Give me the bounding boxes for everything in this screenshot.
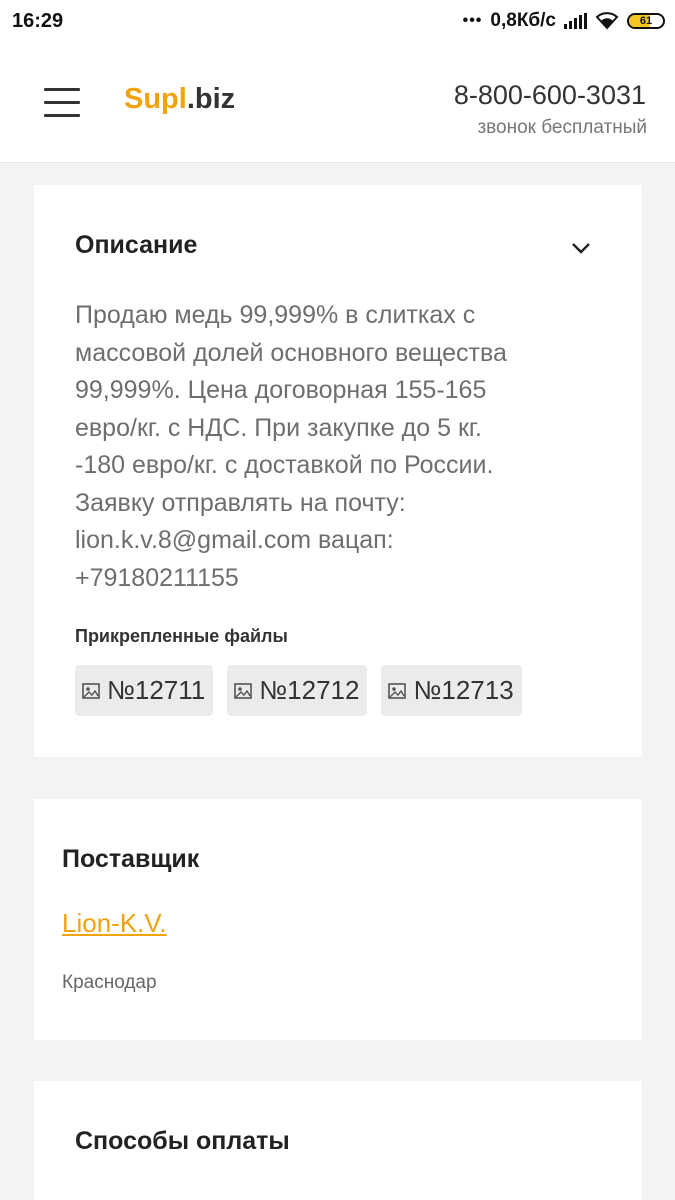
image-icon: [234, 682, 253, 699]
file-chip-label: №12711: [107, 675, 206, 705]
description-line: евро/кг. с НДС. При закупке до 5 кг.: [75, 413, 482, 442]
description-line: Продаю медь 99,999% в слитках с: [75, 301, 476, 329]
description-title: Описание: [75, 231, 198, 259]
status-bar: 16:29 ••• 0,8Кб/с 61: [0, 0, 675, 44]
phone-note: звонок бесплатный: [477, 117, 647, 138]
description-line: +79180211155: [75, 563, 239, 592]
menu-icon[interactable]: [44, 86, 80, 118]
wifi-icon: [595, 12, 619, 30]
battery-level: 61: [639, 15, 653, 27]
site-header: Supl.biz 8-800-600-3031 звонок бесплатны…: [0, 44, 675, 163]
signal-icon: [564, 13, 587, 29]
phone-number[interactable]: 8-800-600-3031: [454, 80, 646, 111]
battery-icon: 61: [627, 13, 665, 29]
payment-methods-card: Способы оплаты: [34, 1081, 642, 1200]
payment-methods-title: Способы оплаты: [75, 1127, 290, 1155]
description-line: lion.k.v.8@gmail.com вацап:: [75, 526, 394, 554]
description-card: Описание Продаю медь 99,999% в слитках с…: [34, 185, 642, 757]
description-text: Продаю медь 99,999% в слитках с массовой…: [75, 297, 575, 597]
image-icon: [388, 682, 407, 699]
image-icon: [82, 682, 100, 699]
file-chip-label: №12713: [413, 675, 514, 705]
supplier-name-link[interactable]: Lion-K.V.: [62, 908, 167, 939]
file-chip-12712[interactable]: №12712: [227, 665, 368, 716]
status-indicators: ••• 0,8Кб/с 61: [463, 10, 665, 32]
attached-files-list: №12711 №12712 №12713: [75, 665, 522, 716]
supplier-city: Краснодар: [62, 972, 157, 993]
attached-files-label: Прикрепленные файлы: [75, 626, 288, 646]
description-line: Заявку отправлять на почту:: [75, 488, 406, 517]
description-line: 99,999%. Цена договорная 155-165: [75, 376, 487, 404]
supplier-title: Поставщик: [62, 845, 200, 873]
description-line: массовой долей основного вещества: [75, 338, 507, 367]
logo-part-biz: .biz: [186, 83, 236, 115]
file-chip-12713[interactable]: №12713: [381, 665, 522, 716]
logo[interactable]: Supl.biz: [124, 83, 235, 116]
status-time: 16:29: [12, 10, 64, 32]
file-chip-label: №12712: [259, 675, 360, 705]
logo-part-supl: Supl: [124, 83, 187, 115]
supplier-card: Поставщик Lion-K.V. Краснодар: [34, 799, 642, 1040]
description-line: -180 евро/кг. с доставкой по России.: [75, 451, 494, 479]
file-chip-12711[interactable]: №12711: [75, 665, 214, 716]
notification-dots-icon: •••: [462, 12, 483, 29]
chevron-down-icon[interactable]: [570, 237, 592, 259]
network-speed: 0,8Кб/с: [490, 10, 556, 31]
